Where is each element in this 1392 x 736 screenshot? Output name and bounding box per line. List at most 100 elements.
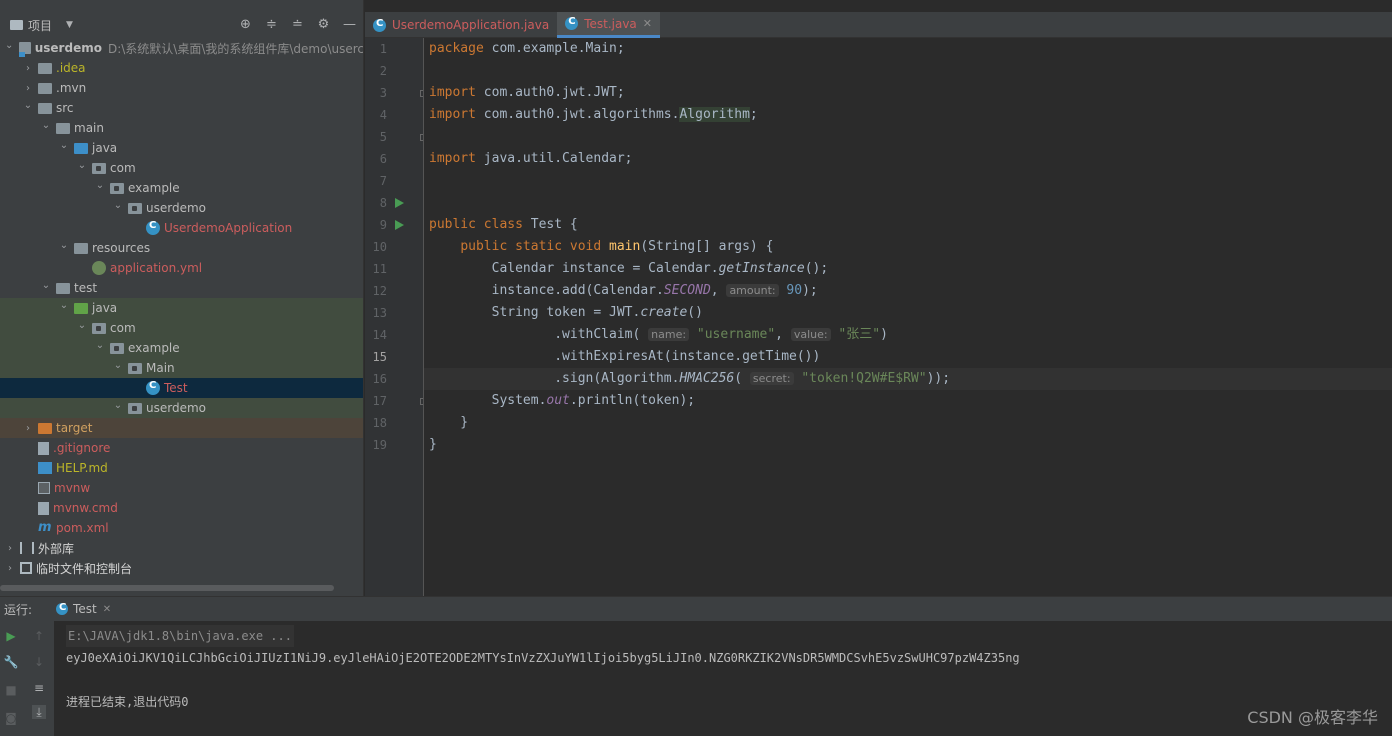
package-icon <box>128 202 142 214</box>
tree-item[interactable]: ›mvnw.cmd <box>0 498 363 518</box>
chevron-right-icon[interactable]: › <box>4 543 16 554</box>
close-icon[interactable]: ✕ <box>643 17 652 30</box>
stop-icon[interactable]: ■ <box>4 683 18 697</box>
tree-item[interactable]: ⌄ userdemo D:\系统默认\桌面\我的系统组件库\demo\userc <box>0 38 363 58</box>
tree-item[interactable]: ›Test <box>0 378 363 398</box>
tree-item[interactable]: ⌄ com <box>0 158 363 178</box>
package-icon <box>92 162 106 174</box>
minimize-icon[interactable]: — <box>341 16 358 33</box>
chevron-right-icon[interactable]: › <box>22 423 34 434</box>
code-line-18: } <box>429 437 437 452</box>
tree-item-label: src <box>56 101 74 115</box>
folder-icon <box>56 282 70 294</box>
tab-test[interactable]: Test.java ✕ <box>557 12 660 38</box>
tree-item-label: .idea <box>56 61 86 75</box>
line-number: 7 <box>379 174 387 188</box>
scroll-to-end-icon[interactable]: ⤓ <box>32 705 46 719</box>
tree-item[interactable]: ›application.yml <box>0 258 363 278</box>
run-gutter-icon[interactable] <box>395 220 404 230</box>
chevron-down-icon[interactable]: ⌄ <box>94 180 106 191</box>
tree-item[interactable]: ›mpom.xml <box>0 518 363 538</box>
chevron-down-icon[interactable]: ⌄ <box>58 140 70 151</box>
package-icon <box>128 402 142 414</box>
tree-item[interactable]: ⌄ Main <box>0 358 363 378</box>
run-tab-label: Test <box>73 602 97 616</box>
chevron-down-icon[interactable]: ⌄ <box>112 200 124 211</box>
tree-item-label: java <box>92 141 118 155</box>
run-gutter-icon[interactable] <box>395 198 404 208</box>
tree-item[interactable]: › 外部库 <box>0 538 363 558</box>
tree-item[interactable]: ⌄ java <box>0 298 363 318</box>
up-arrow-icon[interactable]: ↑ <box>32 629 46 643</box>
tree-item[interactable]: ⌄ src <box>0 98 363 118</box>
gear-icon[interactable]: ⚙ <box>315 16 332 33</box>
run-toolbar: ▶ ↑ 🔧 ↓ ■ ≡ ◙ ⤓ <box>0 621 54 736</box>
chevron-right-icon[interactable]: › <box>22 83 34 94</box>
tree-item[interactable]: ⌄ test <box>0 278 363 298</box>
tree-item[interactable]: ›.gitignore <box>0 438 363 458</box>
tree-item[interactable]: › .idea <box>0 58 363 78</box>
tree-item[interactable]: ⌄ example <box>0 338 363 358</box>
chevron-down-icon[interactable]: ⌄ <box>4 40 15 51</box>
soft-wrap-icon[interactable]: ≡ <box>32 681 46 695</box>
expand-all-icon[interactable]: ≑ <box>263 16 280 33</box>
code-line-6: import java.util.Calendar; <box>429 151 633 166</box>
locate-icon[interactable]: ⊕ <box>237 16 254 33</box>
tree-item[interactable]: ⌄ resources <box>0 238 363 258</box>
tree-item[interactable]: › 临时文件和控制台 <box>0 558 363 578</box>
wrench-icon[interactable]: 🔧 <box>4 655 19 669</box>
chevron-down-icon[interactable]: ⌄ <box>58 300 70 311</box>
tree-item[interactable]: ⌄ com <box>0 318 363 338</box>
tree-item[interactable]: ⌄ userdemo <box>0 198 363 218</box>
horizontal-scrollbar[interactable] <box>0 585 334 591</box>
package-icon <box>128 362 142 374</box>
tab-userdemoapplication[interactable]: UserdemoApplication.java <box>365 12 557 38</box>
tree-item[interactable]: ›HELP.md <box>0 458 363 478</box>
chevron-down-icon[interactable]: ⌄ <box>58 240 70 251</box>
tree-item-label: userdemo <box>146 201 206 215</box>
close-icon[interactable]: ✕ <box>103 604 111 615</box>
chevron-down-icon[interactable]: ⌄ <box>40 120 52 131</box>
editor-gutter: 1 2 3 4 5 6 7 8 9 10 11 12 13 14 15 16 17 18 19 <box>365 38 427 596</box>
collapse-all-icon[interactable]: ≐ <box>289 16 306 33</box>
chevron-down-icon[interactable]: ⌄ <box>22 100 34 111</box>
run-tab-test[interactable]: Test ✕ <box>50 597 118 621</box>
tree-item-label: userdemo <box>146 401 206 415</box>
tree-item[interactable]: ›UserdemoApplication <box>0 218 363 238</box>
tree-item-label: application.yml <box>110 261 203 275</box>
code-line-17: } <box>429 415 469 430</box>
line-number: 8 <box>379 196 387 210</box>
chevron-down-icon[interactable]: ⌄ <box>112 360 124 371</box>
project-panel-title[interactable]: 项目 <box>28 17 52 34</box>
console-command-line[interactable]: E:\JAVA\jdk1.8\bin\java.exe ... <box>66 625 294 647</box>
tree-item[interactable]: ⌄ userdemo <box>0 398 363 418</box>
line-number: 19 <box>372 438 387 452</box>
scratch-icon <box>20 562 32 574</box>
code-area[interactable]: package com.example.Main; import com.aut… <box>423 38 1392 596</box>
chevron-right-icon[interactable]: › <box>22 63 34 74</box>
down-arrow-icon[interactable]: ↓ <box>32 655 46 669</box>
camera-icon[interactable]: ◙ <box>4 711 18 725</box>
code-line-1: package com.example.Main; <box>429 41 625 56</box>
console-output[interactable]: E:\JAVA\jdk1.8\bin\java.exe ... eyJ0eXAi… <box>62 621 1382 736</box>
tree-item[interactable]: ⌄ example <box>0 178 363 198</box>
chevron-down-icon[interactable]: ⌄ <box>40 280 52 291</box>
chevron-down-icon[interactable]: ⌄ <box>76 320 88 331</box>
line-number: 15 <box>372 350 387 364</box>
tree-item[interactable]: › target <box>0 418 363 438</box>
chevron-down-icon[interactable]: ⌄ <box>76 160 88 171</box>
chevron-right-icon[interactable]: › <box>4 563 16 574</box>
tree-item[interactable]: ⌄ main <box>0 118 363 138</box>
tree-item-label: .mvn <box>56 81 87 95</box>
package-icon <box>110 342 124 354</box>
folder-icon <box>56 122 70 134</box>
tree-item[interactable]: › .mvn <box>0 78 363 98</box>
tree-item[interactable]: ⌄ java <box>0 138 363 158</box>
library-icon <box>20 542 34 554</box>
chevron-down-icon[interactable]: ⌄ <box>112 400 124 411</box>
chevron-down-icon[interactable]: ⌄ <box>94 340 106 351</box>
rerun-icon[interactable]: ▶ <box>4 629 18 643</box>
tree-item[interactable]: ›mvnw <box>0 478 363 498</box>
test-folder-icon <box>74 302 88 314</box>
chevron-down-icon[interactable]: ▼ <box>66 20 73 30</box>
